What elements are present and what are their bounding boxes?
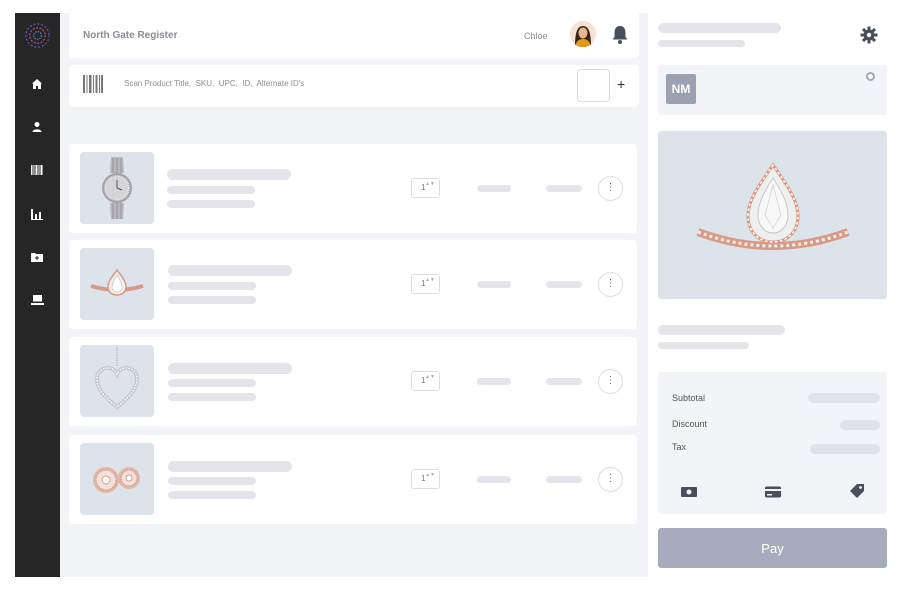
laptop-icon: [30, 295, 44, 305]
product-thumbnail-earrings[interactable]: [80, 443, 154, 515]
stepper-arrows-icon: ▲▼: [425, 181, 435, 187]
totals-panel: Subtotal Discount Tax: [658, 372, 887, 514]
folder-plus-icon: [31, 253, 43, 262]
cart-row: 1 ▲▼ ⋮: [69, 337, 637, 426]
product-thumbnail-ring[interactable]: [80, 248, 154, 320]
cash-icon[interactable]: [680, 483, 698, 501]
top-bar: North Gate Register Chloe: [69, 13, 639, 58]
store-name: North Gate Register: [83, 30, 178, 41]
main-panel: North Gate Register Chloe Scan Product T…: [60, 13, 648, 577]
stepper-arrows-icon: ▲▼: [425, 277, 435, 283]
row-more-button[interactable]: ⋮: [598, 272, 623, 297]
tax-label: Tax: [672, 442, 687, 452]
user-name[interactable]: Chloe: [524, 31, 548, 41]
logo-icon: [25, 23, 50, 48]
sidebar-item-register[interactable]: [28, 291, 46, 309]
sidebar-item-inventory[interactable]: [28, 161, 46, 179]
add-button[interactable]: +: [617, 76, 625, 92]
user-icon: [32, 122, 42, 132]
quantity-box[interactable]: [577, 69, 610, 102]
product-preview: [658, 131, 887, 299]
home-icon: [32, 79, 42, 89]
tag-icon[interactable]: [848, 482, 866, 500]
card-icon[interactable]: [764, 483, 782, 501]
cart-row: 1 ▲▼ ⋮: [69, 144, 637, 233]
quantity-stepper[interactable]: 1 ▲▼: [411, 178, 440, 198]
quantity-stepper[interactable]: 1 ▲▼: [411, 469, 440, 489]
product-search-input[interactable]: [124, 79, 564, 88]
sidebar-item-reports[interactable]: [28, 205, 46, 223]
checkout-panel: NM Subtotal Discount Tax Pay: [648, 13, 901, 577]
sidebar-item-folders[interactable]: [28, 248, 46, 266]
quantity-stepper[interactable]: 1 ▲▼: [411, 274, 440, 294]
barcode-icon: [31, 165, 43, 175]
sidebar-item-customers[interactable]: [28, 118, 46, 136]
stepper-arrows-icon: ▲▼: [425, 472, 435, 478]
row-more-button[interactable]: ⋮: [598, 369, 623, 394]
pos-app: North Gate Register Chloe Scan Product T…: [15, 13, 901, 577]
avatar[interactable]: [570, 21, 596, 47]
chart-icon: [31, 208, 43, 220]
quantity-stepper[interactable]: 1 ▲▼: [411, 371, 440, 391]
bell-icon[interactable]: [611, 25, 629, 45]
discount-label: Discount: [672, 419, 708, 429]
stepper-arrows-icon: ▲▼: [425, 374, 435, 380]
product-thumbnail-pendant[interactable]: [80, 345, 154, 417]
scan-bar: +: [69, 65, 639, 107]
customer-radio[interactable]: [866, 72, 875, 81]
row-more-button[interactable]: ⋮: [598, 176, 623, 201]
customer-card[interactable]: NM: [658, 65, 887, 115]
barcode-scan-icon[interactable]: [83, 75, 103, 93]
product-thumbnail-watch[interactable]: [80, 152, 154, 224]
sidebar: [15, 13, 60, 577]
customer-initials: NM: [666, 74, 696, 104]
subtotal-label: Subtotal: [672, 393, 706, 403]
cart-row: 1 ▲▼ ⋮: [69, 240, 637, 329]
pay-button[interactable]: Pay: [658, 528, 887, 568]
row-more-button[interactable]: ⋮: [598, 467, 623, 492]
sidebar-item-home[interactable]: [28, 75, 46, 93]
gear-icon[interactable]: [860, 26, 878, 44]
cart-row: 1 ▲▼ ⋮: [69, 435, 637, 524]
